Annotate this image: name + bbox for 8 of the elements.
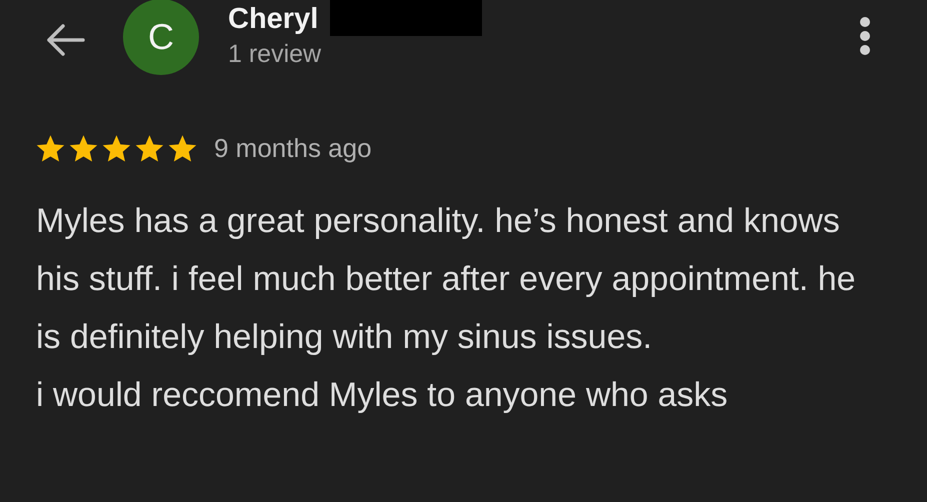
- more-options-icon[interactable]: [858, 16, 872, 56]
- avatar: C: [123, 0, 199, 75]
- review-date: 9 months ago: [214, 133, 372, 164]
- reviewer-name: Cheryl: [228, 2, 318, 37]
- review-text: Myles has a great personality. he’s honest and knows his stuff. i feel much better after every appointment. he is definitely helping with my sinus issues.: [36, 201, 856, 358]
- back-icon[interactable]: [45, 23, 85, 57]
- review-count: 1 review: [228, 39, 322, 70]
- review-text: i would reccomend Myles to anyone who asks: [36, 375, 729, 416]
